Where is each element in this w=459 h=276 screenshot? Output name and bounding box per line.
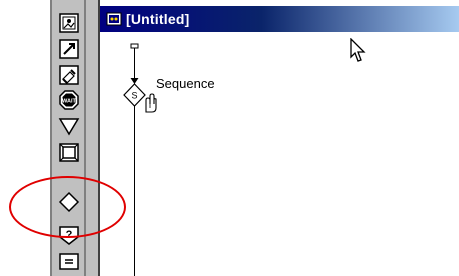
flowline-arrow [130,78,139,84]
decision-letter: S [131,91,137,101]
decision-icon[interactable] [58,191,80,213]
display-icon[interactable] [58,12,80,34]
animation-icon[interactable] [58,38,80,60]
mouse-cursor-icon [350,38,366,62]
title-bar[interactable]: [Untitled] [100,6,459,32]
flowline-window: [Untitled] S Sequence [98,0,459,276]
window-title: [Untitled] [126,11,190,27]
navigate-icon[interactable] [58,115,80,137]
toolbar-gap [86,0,98,276]
flowline-window-icon [106,12,122,26]
svg-text:?: ? [66,229,73,241]
wait-icon[interactable]: WAIT [58,89,80,111]
framework-icon[interactable] [58,141,80,163]
calculation-icon[interactable] [58,251,80,273]
flowline-start-marker[interactable] [130,43,139,49]
erase-icon[interactable] [58,64,80,86]
decision-icon-sequence[interactable]: S [123,83,146,107]
flowline-canvas[interactable]: S Sequence [100,32,459,276]
interaction-icon[interactable]: ? [58,223,80,245]
icon-palette: WAIT ? [50,0,86,276]
left-margin [0,0,50,276]
wait-label: WAIT [62,99,76,105]
paste-hand-icon [145,93,157,113]
sequence-label[interactable]: Sequence [156,76,215,91]
